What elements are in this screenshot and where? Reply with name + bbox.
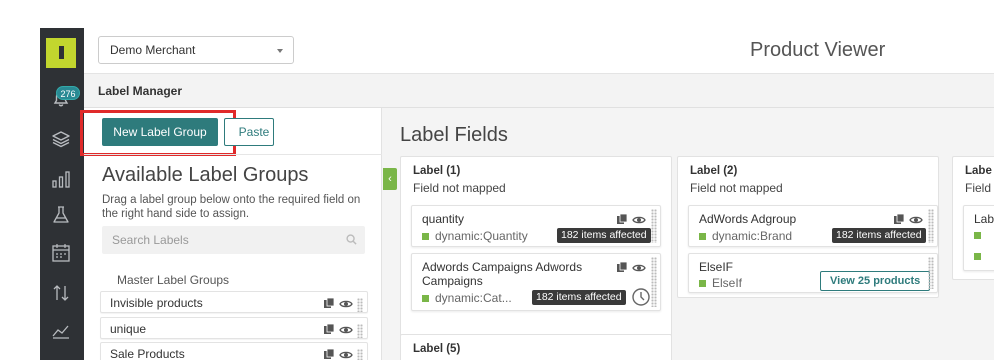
label-field-title: Label (2): [690, 165, 738, 177]
available-label-groups-panel: New Label Group Paste Available Label Gr…: [80, 108, 382, 360]
label-rule-source-text: dynamic:Quantity: [435, 229, 528, 243]
drag-handle-icon[interactable]: [928, 257, 934, 289]
divider: [84, 154, 382, 155]
flask-icon[interactable]: [46, 200, 76, 230]
copy-icon[interactable]: [323, 322, 335, 340]
label-group-row[interactable]: Invisible products: [100, 291, 368, 313]
label-rule-card[interactable]: ElseIF ElseIf View 25 products: [688, 253, 938, 293]
search-icon: [346, 234, 357, 248]
status-square-icon: [699, 232, 706, 240]
label-field-card[interactable]: Labe Field Labe: [952, 156, 994, 280]
drag-handle-icon[interactable]: [651, 257, 657, 307]
available-label-groups-title: Available Label Groups: [102, 164, 309, 186]
label-field-card[interactable]: Label (2) Field not mapped AdWords Adgro…: [677, 156, 939, 298]
label-rule-source: dynamic:Brand: [699, 229, 792, 243]
label-group-name: Invisible products: [110, 296, 203, 310]
status-square-icon: [422, 294, 429, 302]
label-manager-title: Label Manager: [98, 84, 183, 98]
bar-chart-icon[interactable]: [46, 164, 76, 194]
copy-icon[interactable]: [323, 347, 335, 360]
label-rule-source: dynamic:Cat...: [422, 291, 512, 305]
eye-icon[interactable]: [339, 347, 353, 360]
label-field-title: Labe: [965, 165, 992, 177]
label-group-row[interactable]: Sale Products: [100, 342, 368, 360]
items-affected-badge: 182 items affected: [557, 228, 651, 243]
collapse-panel-button[interactable]: ‹: [383, 168, 397, 190]
search-labels-placeholder: Search Labels: [112, 233, 189, 247]
layers-icon[interactable]: [46, 124, 76, 154]
eye-icon[interactable]: [339, 296, 353, 314]
status-square-icon: [974, 253, 981, 260]
app-root: 276 Demo Merchant Product Viewer Label M…: [0, 0, 994, 360]
clock-icon[interactable]: [631, 287, 651, 312]
label-field-status: Field not mapped: [413, 181, 506, 195]
label-rule-card[interactable]: AdWords Adgroup dynamic:Brand 182 items …: [688, 205, 938, 247]
label-group-row[interactable]: unique: [100, 317, 368, 339]
eye-icon[interactable]: [339, 322, 353, 340]
status-square-icon: [422, 232, 429, 240]
label-rule-name: quantity: [422, 212, 465, 226]
paste-button[interactable]: Paste: [224, 118, 274, 146]
label-field-status: Field: [965, 181, 992, 195]
drag-handle-icon[interactable]: [357, 324, 363, 338]
drag-handle-icon[interactable]: [928, 209, 934, 243]
top-bar: Demo Merchant Product Viewer: [84, 28, 994, 74]
label-fields-area: Label Fields Label (1) Field not mapped …: [382, 108, 994, 360]
new-label-group-button[interactable]: New Label Group: [102, 118, 218, 146]
label-group-name: Sale Products: [110, 347, 185, 360]
label-rule-name: Labe: [974, 212, 994, 226]
label-field-title: Label (5): [413, 343, 461, 355]
label-rule-source: dynamic:Quantity: [422, 229, 528, 243]
drag-handle-icon[interactable]: [357, 298, 363, 312]
merchant-select[interactable]: Demo Merchant: [98, 36, 294, 64]
calendar-icon[interactable]: [46, 238, 76, 268]
label-rule-card[interactable]: Labe: [963, 205, 994, 271]
label-field-title: Label (1): [413, 165, 461, 177]
status-square-icon: [974, 232, 981, 239]
label-manager-header: Label Manager: [84, 74, 994, 108]
area-chart-icon[interactable]: [46, 316, 76, 346]
available-label-groups-description: Drag a label group below onto the requir…: [102, 194, 361, 220]
notification-badge[interactable]: 276: [56, 86, 80, 100]
label-rule-source: ElseIf: [699, 276, 742, 290]
label-fields-title: Label Fields: [400, 124, 508, 146]
copy-icon[interactable]: [616, 260, 628, 278]
label-rule-card[interactable]: quantity dynamic:Quantity 182 items affe…: [411, 205, 661, 247]
page-title: Product Viewer: [750, 39, 886, 61]
label-rule-source-text: dynamic:Brand: [712, 229, 793, 243]
label-rule-card[interactable]: Adwords Campaigns Adwords Campaigns dyna…: [411, 253, 661, 311]
left-nav-sidebar: 276: [40, 28, 84, 360]
merchant-select-value: Demo Merchant: [110, 43, 196, 57]
label-rule-source-text: dynamic:Cat...: [435, 291, 512, 305]
master-label-groups-heading: Master Label Groups: [117, 273, 230, 287]
label-group-name: unique: [110, 322, 147, 336]
label-field-card[interactable]: Label (1) Field not mapped quantity dyna…: [400, 156, 672, 350]
sort-arrows-icon[interactable]: [46, 278, 76, 308]
drag-handle-icon[interactable]: [651, 209, 657, 243]
label-field-card[interactable]: Label (5): [400, 334, 672, 360]
items-affected-badge: 182 items affected: [832, 228, 926, 243]
search-labels-input[interactable]: Search Labels: [102, 226, 365, 254]
eye-icon[interactable]: [632, 260, 646, 278]
label-rule-source-text: ElseIf: [712, 276, 743, 290]
label-rule-name: AdWords Adgroup: [699, 212, 797, 226]
status-square-icon: [699, 279, 706, 287]
chevron-down-icon: [277, 49, 283, 53]
label-rule-name: Adwords Campaigns Adwords Campaigns: [422, 260, 583, 288]
drag-handle-icon[interactable]: [357, 349, 363, 360]
view-products-button[interactable]: View 25 products: [820, 271, 931, 291]
label-field-status: Field not mapped: [690, 181, 783, 195]
items-affected-badge: 182 items affected: [532, 290, 626, 305]
logo-icon[interactable]: [46, 38, 76, 68]
copy-icon[interactable]: [323, 296, 335, 314]
